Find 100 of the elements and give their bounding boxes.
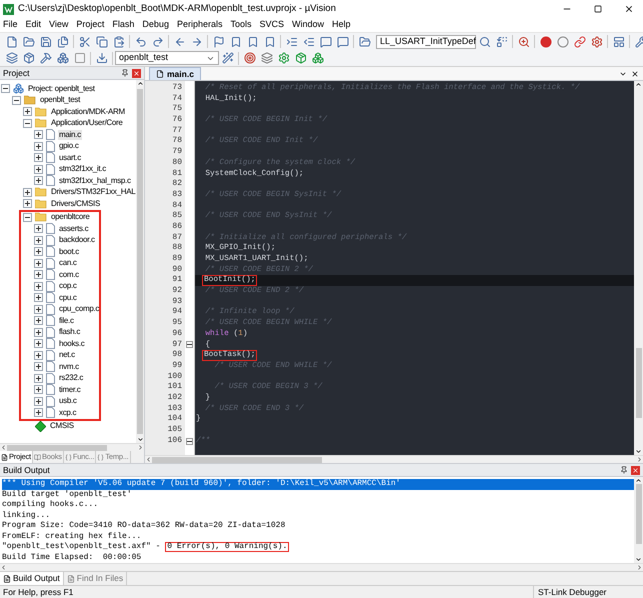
tree-item[interactable]: cpu.c: [58, 292, 78, 303]
target-combo[interactable]: openblt_test: [115, 51, 219, 65]
expand-icon[interactable]: [34, 350, 43, 360]
tree-item[interactable]: stm32f1xx_hal_msp.c: [58, 176, 132, 186]
menu-item[interactable]: Project: [76, 18, 104, 32]
expand-icon[interactable]: [34, 304, 43, 314]
tree-item[interactable]: com.c: [58, 270, 80, 280]
menu-item[interactable]: Debug: [142, 18, 169, 32]
collapse-icon[interactable]: [1, 84, 10, 94]
expand-icon[interactable]: [34, 130, 43, 140]
fold-icon[interactable]: [186, 438, 193, 445]
expand-icon[interactable]: [34, 142, 43, 151]
tree-item[interactable]: cpu_comp.c: [58, 304, 100, 314]
collapse-icon[interactable]: [23, 118, 32, 128]
scroll-down-icon[interactable]: [136, 436, 144, 443]
menu-item[interactable]: Help: [332, 18, 351, 32]
expand-icon[interactable]: [34, 374, 43, 383]
scroll-right-icon[interactable]: [636, 456, 643, 463]
panel-tab[interactable]: Build Output: [0, 572, 64, 585]
close-icon[interactable]: [624, 4, 634, 14]
tree-item[interactable]: openbltcore: [50, 212, 91, 222]
expand-icon[interactable]: [34, 224, 43, 234]
fold-icon[interactable]: [186, 341, 193, 348]
scroll-up-icon[interactable]: [136, 80, 144, 87]
tree-item[interactable]: stm32f1xx_it.c: [58, 164, 107, 174]
tree-item[interactable]: Drivers/CMSIS: [50, 198, 101, 209]
expand-icon[interactable]: [34, 282, 43, 291]
menu-item[interactable]: SVCS: [260, 18, 284, 32]
tree-item[interactable]: can.c: [58, 258, 78, 268]
find-combo[interactable]: LL_USART_InitTypeDef: [376, 34, 476, 48]
menu-item[interactable]: Tools: [230, 18, 252, 32]
tree-item[interactable]: Application/User/Core: [50, 118, 124, 128]
scroll-up-icon[interactable]: [635, 477, 642, 484]
vertical-scrollbar[interactable]: [634, 477, 643, 563]
expand-icon[interactable]: [34, 258, 43, 268]
expand-icon[interactable]: [23, 199, 32, 208]
expand-icon[interactable]: [34, 153, 43, 162]
tree-item[interactable]: usb.c: [58, 396, 78, 406]
horizontal-scrollbar[interactable]: [145, 455, 643, 463]
tree-item[interactable]: CMSIS: [49, 421, 75, 432]
tree-item[interactable]: cop.c: [58, 281, 78, 292]
expand-icon[interactable]: [34, 247, 43, 256]
tree-item[interactable]: openblt_test: [39, 95, 81, 106]
horizontal-scrollbar[interactable]: [0, 443, 144, 451]
expand-icon[interactable]: [34, 396, 43, 406]
expand-icon[interactable]: [34, 339, 43, 348]
tree-item[interactable]: Application/MDK-ARM: [50, 106, 126, 117]
tree-item[interactable]: timer.c: [58, 384, 82, 395]
tree-item[interactable]: Project: openblt_test: [27, 84, 96, 94]
pin-icon[interactable]: [620, 466, 628, 474]
expand-icon[interactable]: [34, 236, 43, 245]
tree-item[interactable]: main.c: [58, 130, 82, 140]
collapse-icon[interactable]: [23, 212, 32, 222]
expand-icon[interactable]: [34, 176, 43, 186]
scroll-down-icon[interactable]: [635, 556, 642, 563]
scroll-down-icon[interactable]: [635, 448, 642, 455]
close-icon[interactable]: [631, 70, 639, 78]
maximize-icon[interactable]: [594, 5, 602, 13]
expand-icon[interactable]: [23, 107, 32, 116]
tree-item[interactable]: gpio.c: [58, 141, 80, 152]
horizontal-scrollbar[interactable]: [0, 563, 643, 571]
scroll-left-icon[interactable]: [145, 456, 152, 463]
scroll-right-icon[interactable]: [636, 564, 643, 571]
expand-icon[interactable]: [34, 316, 43, 326]
tree-item[interactable]: usart.c: [58, 152, 82, 163]
tree-item[interactable]: backdoor.c: [58, 235, 96, 246]
tree-item[interactable]: nvm.c: [58, 362, 80, 372]
vertical-scrollbar[interactable]: [634, 81, 643, 455]
scroll-up-icon[interactable]: [635, 81, 642, 88]
tree-item[interactable]: net.c: [58, 350, 76, 360]
expand-icon[interactable]: [34, 270, 43, 280]
dropdown-icon[interactable]: [619, 70, 627, 78]
tree-item[interactable]: asserts.c: [58, 224, 90, 234]
expand-icon[interactable]: [34, 164, 43, 174]
pin-icon[interactable]: [121, 69, 129, 77]
scroll-left-icon[interactable]: [0, 444, 7, 451]
tree-item[interactable]: flash.c: [58, 327, 82, 338]
collapse-icon[interactable]: [12, 96, 21, 105]
menu-item[interactable]: Peripherals: [176, 18, 222, 32]
menu-item[interactable]: View: [49, 18, 68, 32]
menu-item[interactable]: File: [3, 18, 18, 32]
expand-icon[interactable]: [34, 385, 43, 394]
tree-item[interactable]: boot.c: [58, 246, 80, 257]
tree-item[interactable]: rs232.c: [58, 373, 84, 384]
vertical-scrollbar[interactable]: [136, 80, 144, 443]
menu-item[interactable]: Edit: [26, 18, 42, 32]
tree-item[interactable]: xcp.c: [58, 408, 78, 418]
tree-item[interactable]: file.c: [58, 316, 75, 326]
expand-icon[interactable]: [34, 293, 43, 302]
menu-item[interactable]: Window: [292, 18, 324, 32]
expand-icon[interactable]: [34, 328, 43, 337]
expand-icon[interactable]: [34, 362, 43, 372]
tree-item[interactable]: Drivers/STM32F1xx_HAL: [50, 187, 136, 198]
editor-tab[interactable]: main.c: [149, 67, 201, 80]
expand-icon[interactable]: [34, 408, 43, 418]
expand-icon[interactable]: [23, 188, 32, 197]
scroll-right-icon[interactable]: [137, 444, 144, 451]
tree-item[interactable]: hooks.c: [58, 338, 86, 349]
menu-item[interactable]: Flash: [112, 18, 134, 32]
scroll-left-icon[interactable]: [0, 564, 7, 571]
